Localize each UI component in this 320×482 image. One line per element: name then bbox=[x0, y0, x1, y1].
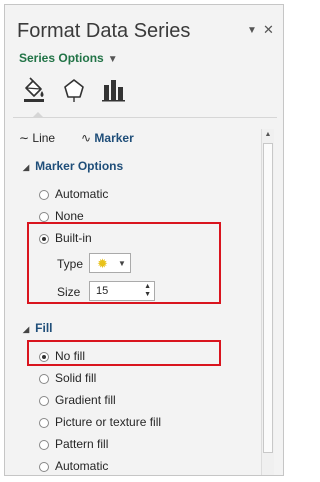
format-data-series-pane: Format Data Series ▼ ✕ Series Options▼ bbox=[4, 4, 284, 476]
radio-icon bbox=[39, 462, 49, 472]
collapse-triangle-icon: ◢ bbox=[23, 163, 30, 172]
fill-label: Fill bbox=[35, 321, 53, 335]
radio-label: Pattern fill bbox=[55, 437, 109, 451]
pane-content: ∼ Line ∿ Marker ◢ Marker Options Automati… bbox=[5, 118, 257, 475]
fill-line-tab[interactable] bbox=[21, 77, 47, 103]
collapse-triangle-icon: ◢ bbox=[23, 325, 30, 334]
highlight-box-no-fill bbox=[27, 340, 221, 366]
pane-title: Format Data Series bbox=[17, 20, 191, 42]
chevron-down-icon: ▼ bbox=[107, 54, 118, 65]
effects-tab[interactable] bbox=[61, 77, 87, 103]
fill-radio-solid-fill[interactable]: Solid fill bbox=[39, 371, 96, 385]
fill-line-icon bbox=[24, 77, 44, 102]
radio-label: Gradient fill bbox=[55, 393, 116, 407]
pane-options-icon[interactable]: ▼ bbox=[247, 25, 257, 36]
series-options-icon bbox=[102, 80, 125, 102]
radio-icon bbox=[39, 396, 49, 406]
marker-radio-none[interactable]: None bbox=[39, 209, 84, 223]
tab-marker[interactable]: ∿ Marker bbox=[81, 131, 134, 145]
close-icon[interactable]: ✕ bbox=[263, 22, 274, 38]
tab-line-label: Line bbox=[32, 131, 56, 145]
marker-icon: ∿ bbox=[81, 131, 92, 145]
marker-radio-automatic[interactable]: Automatic bbox=[39, 187, 108, 201]
radio-icon bbox=[39, 440, 49, 450]
radio-label: None bbox=[55, 209, 84, 223]
radio-icon bbox=[39, 190, 49, 200]
radio-label: Automatic bbox=[55, 187, 109, 201]
fill-heading[interactable]: ◢ Fill bbox=[23, 321, 53, 335]
series-options-label: Series Options bbox=[19, 51, 104, 65]
radio-label: Automatic bbox=[55, 459, 109, 473]
series-options-dropdown[interactable]: Series Options ▼ bbox=[19, 51, 118, 65]
scrollbar-thumb[interactable] bbox=[263, 143, 273, 453]
fill-radio-gradient-fill[interactable]: Gradient fill bbox=[39, 393, 116, 407]
scroll-up-icon[interactable]: ▲ bbox=[262, 129, 274, 141]
radio-label: Solid fill bbox=[55, 371, 97, 385]
line-icon: ∼ bbox=[19, 131, 30, 145]
radio-icon bbox=[39, 418, 49, 428]
radio-icon bbox=[39, 212, 49, 222]
series-options-tab[interactable] bbox=[101, 77, 127, 103]
vertical-scrollbar[interactable]: ▲ bbox=[261, 129, 274, 475]
fill-radio-pattern-fill[interactable]: Pattern fill bbox=[39, 437, 108, 451]
radio-icon bbox=[39, 374, 49, 384]
tab-line[interactable]: ∼ Line bbox=[19, 131, 55, 145]
highlight-box-built-in bbox=[27, 222, 221, 304]
marker-options-label: Marker Options bbox=[35, 159, 124, 173]
fill-radio-picture-texture-fill[interactable]: Picture or texture fill bbox=[39, 415, 161, 429]
effects-icon bbox=[64, 79, 84, 102]
fill-radio-automatic[interactable]: Automatic bbox=[39, 459, 108, 473]
marker-options-heading[interactable]: ◢ Marker Options bbox=[23, 159, 123, 173]
radio-label: Picture or texture fill bbox=[55, 415, 162, 429]
tab-marker-label: Marker bbox=[94, 131, 134, 145]
